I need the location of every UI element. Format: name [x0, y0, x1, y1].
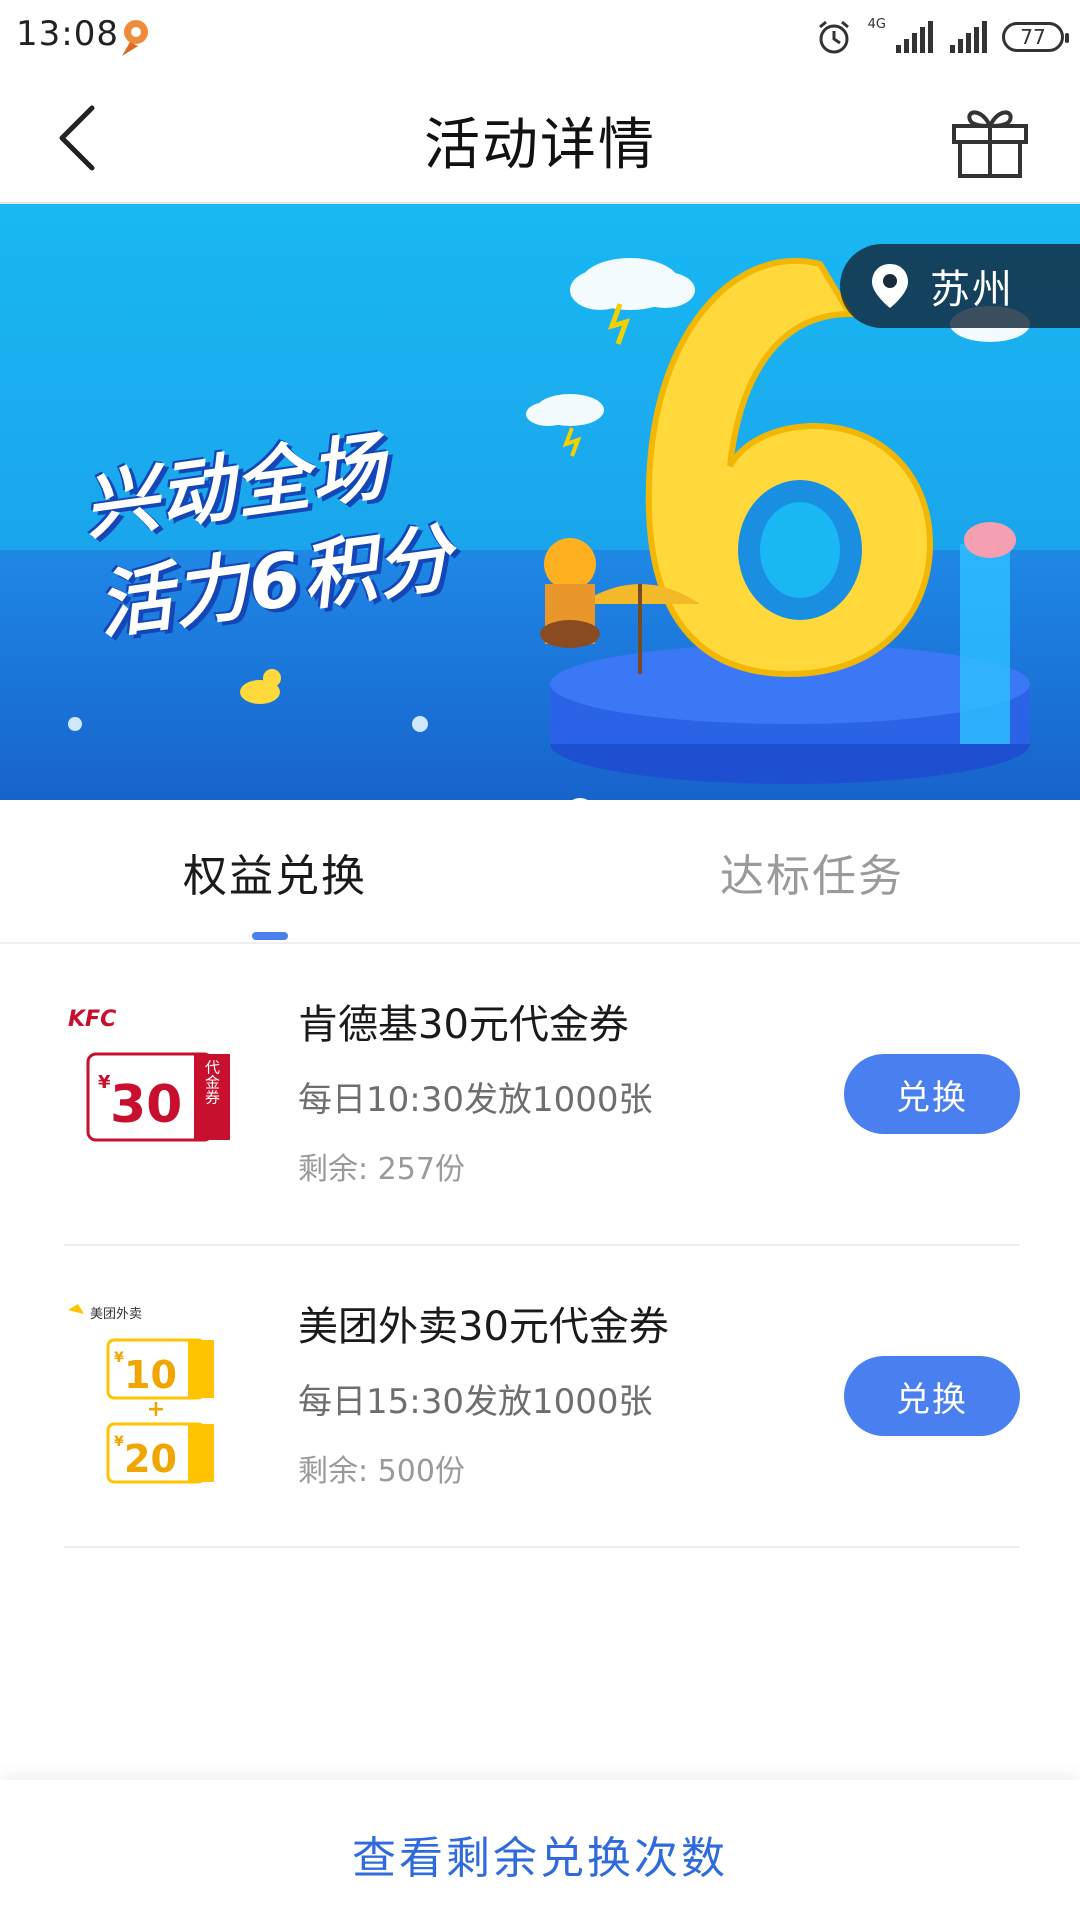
exchange-button[interactable]: 兑换	[844, 1356, 1020, 1436]
coupon-title: 美团外卖30元代金券	[298, 1304, 669, 1350]
list-item: KFC ¥ 30 代金券 肯德基30元代金券 每日10:30发放1000张 剩余…	[64, 944, 1020, 1246]
location-city: 苏州	[930, 267, 1014, 313]
activity-banner: 兴动全场 活力6积分 苏州	[0, 204, 1080, 800]
exchange-button[interactable]: 兑换	[844, 1054, 1020, 1134]
location-pin-icon	[872, 264, 908, 308]
meituan-logo: 美团外卖	[90, 1307, 142, 1322]
coupon-remaining: 剩余: 500份	[298, 1454, 465, 1489]
location-badge[interactable]: 苏州	[840, 244, 1080, 328]
coupon-list: KFC ¥ 30 代金券 肯德基30元代金券 每日10:30发放1000张 剩余…	[0, 944, 1080, 1779]
coupon-schedule: 每日15:30发放1000张	[298, 1382, 653, 1422]
battery-icon: 77	[1002, 22, 1069, 52]
bottom-bar: 查看剩余兑换次数	[0, 1780, 1080, 1920]
coupon-schedule: 每日10:30发放1000张	[298, 1080, 653, 1120]
meituan-coupon-thumbnail: 美团外卖 ¥ 10 + ¥ 20	[68, 1304, 214, 1484]
coupon-remaining: 剩余: 257份	[298, 1152, 465, 1187]
gift-icon[interactable]	[948, 98, 1032, 182]
tab-rights-exchange[interactable]: 权益兑换	[183, 840, 367, 904]
coupon-title: 肯德基30元代金券	[298, 1002, 629, 1048]
network-type: 4G	[867, 17, 886, 32]
kfc-tag: 代金券	[203, 1060, 221, 1106]
status-bar: 13:08 4G 77	[0, 0, 1080, 76]
view-remaining-exchanges-link[interactable]: 查看剩余兑换次数	[0, 1822, 1080, 1886]
header: 活动详情	[0, 76, 1080, 204]
tab-tasks[interactable]: 达标任务	[720, 840, 904, 904]
meituan-currency-2: ¥	[114, 1434, 124, 1450]
meituan-currency-1: ¥	[114, 1350, 124, 1366]
battery-level: 77	[1020, 25, 1046, 49]
status-time: 13:08	[16, 14, 119, 54]
tab-bar: 权益兑换 达标任务	[0, 800, 1080, 944]
meituan-amount-2: 20	[124, 1437, 177, 1481]
meituan-amount-1: 10	[124, 1353, 177, 1397]
list-item: 美团外卖 ¥ 10 + ¥ 20 美团外卖30元代金券 每日15:30发放100…	[64, 1246, 1020, 1548]
app-notification-icon	[122, 20, 148, 56]
alarm-icon	[818, 20, 849, 54]
meituan-plus: +	[147, 1397, 165, 1422]
active-tab-indicator	[252, 932, 288, 940]
signal-icon	[950, 21, 987, 53]
kfc-amount: 30	[110, 1075, 182, 1135]
signal-icon	[896, 21, 933, 53]
page-title: 活动详情	[424, 113, 656, 178]
kfc-logo: KFC	[68, 1007, 116, 1032]
kfc-coupon-thumbnail: KFC ¥ 30 代金券	[68, 1007, 230, 1142]
